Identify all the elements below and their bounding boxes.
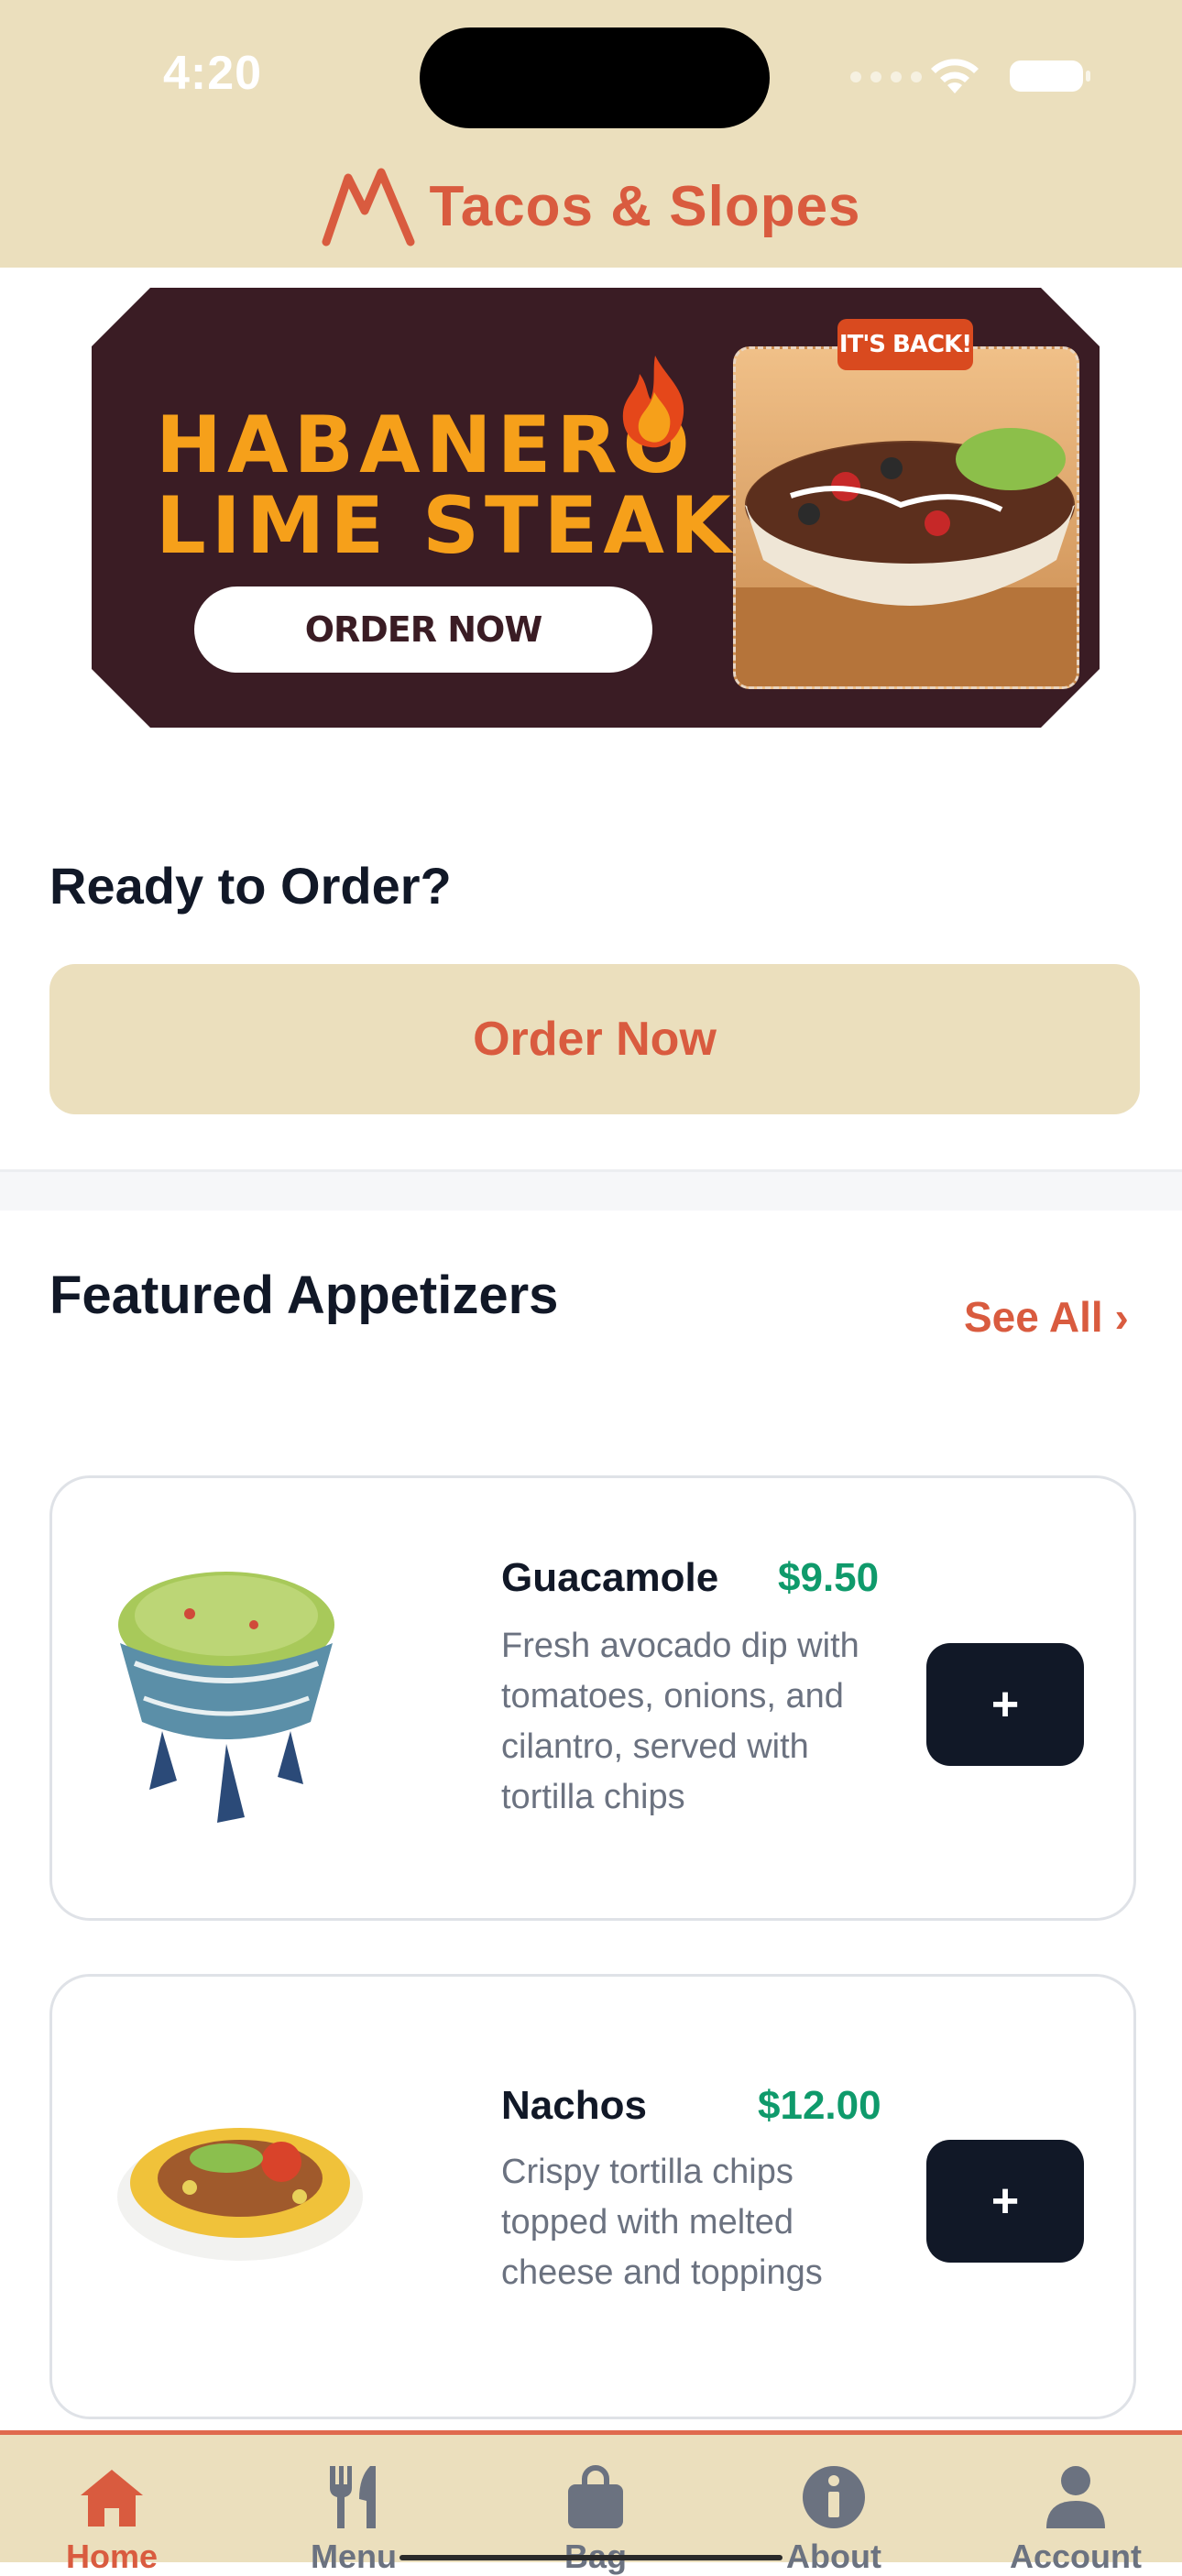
its-back-tag: IT'S BACK!	[837, 319, 973, 370]
featured-appetizers-heading: Featured Appetizers	[49, 1266, 559, 1325]
dynamic-island	[420, 27, 770, 128]
fork-knife-icon	[330, 2466, 376, 2528]
nachos-image	[117, 2128, 363, 2261]
info-icon	[803, 2466, 865, 2528]
appetizer-card[interactable]: Nachos $12.00 Crispy tortilla chips topp…	[49, 1974, 1136, 2419]
appetizer-card[interactable]: Guacamole $9.50 Fresh avocado dip with t…	[49, 1475, 1136, 1921]
guacamole-image	[118, 1572, 334, 1823]
add-to-bag-button[interactable]: +	[926, 1643, 1084, 1766]
tab-label: Menu	[311, 2538, 397, 2575]
promo-banner[interactable]: HABANERO LIME STEAK ORDER NOW IT'S BACK!	[92, 288, 1100, 728]
section-divider	[0, 1169, 1182, 1211]
mountain-logo-icon	[322, 168, 415, 247]
tab-label: Account	[1010, 2538, 1142, 2575]
cellular-signal-icon	[850, 71, 922, 82]
promo-bowl-image	[733, 346, 1079, 689]
see-all-link[interactable]: See All ›	[964, 1292, 1129, 1342]
item-price: $12.00	[758, 2083, 881, 2128]
item-description: Crispy tortilla chips topped with melted…	[501, 2153, 823, 2292]
home-indicator	[399, 2555, 783, 2560]
tab-home[interactable]: Home	[11, 2462, 213, 2576]
tab-bar: Home Menu Bag About Account	[0, 2430, 1182, 2575]
bag-icon	[568, 2465, 623, 2528]
promo-order-now-button[interactable]: ORDER NOW	[194, 586, 652, 673]
brand-header[interactable]: Tacos & Slopes	[0, 165, 1182, 247]
ready-to-order-heading: Ready to Order?	[49, 857, 452, 915]
status-time: 4:20	[163, 47, 263, 100]
promo-title-line2: LIME STEAK	[156, 480, 737, 572]
wifi-icon	[931, 59, 979, 93]
brand-name: Tacos & Slopes	[429, 174, 861, 238]
top-bar: 4:20 Tacos & Slopes	[0, 0, 1182, 268]
item-description: Fresh avocado dip with tomatoes, onions,…	[501, 1627, 859, 1816]
flame-icon	[622, 356, 684, 448]
order-now-button[interactable]: Order Now	[49, 964, 1140, 1114]
item-name: Nachos	[501, 2083, 647, 2128]
tab-label: Home	[65, 2538, 159, 2575]
home-icon	[81, 2470, 143, 2527]
tab-account[interactable]: Account	[975, 2462, 1177, 2576]
item-name: Guacamole	[501, 1555, 719, 1600]
item-price: $9.50	[778, 1555, 880, 1600]
add-to-bag-button[interactable]: +	[926, 2140, 1084, 2263]
tab-label: About	[786, 2538, 881, 2575]
person-icon	[1046, 2466, 1105, 2528]
battery-icon	[1010, 60, 1090, 92]
